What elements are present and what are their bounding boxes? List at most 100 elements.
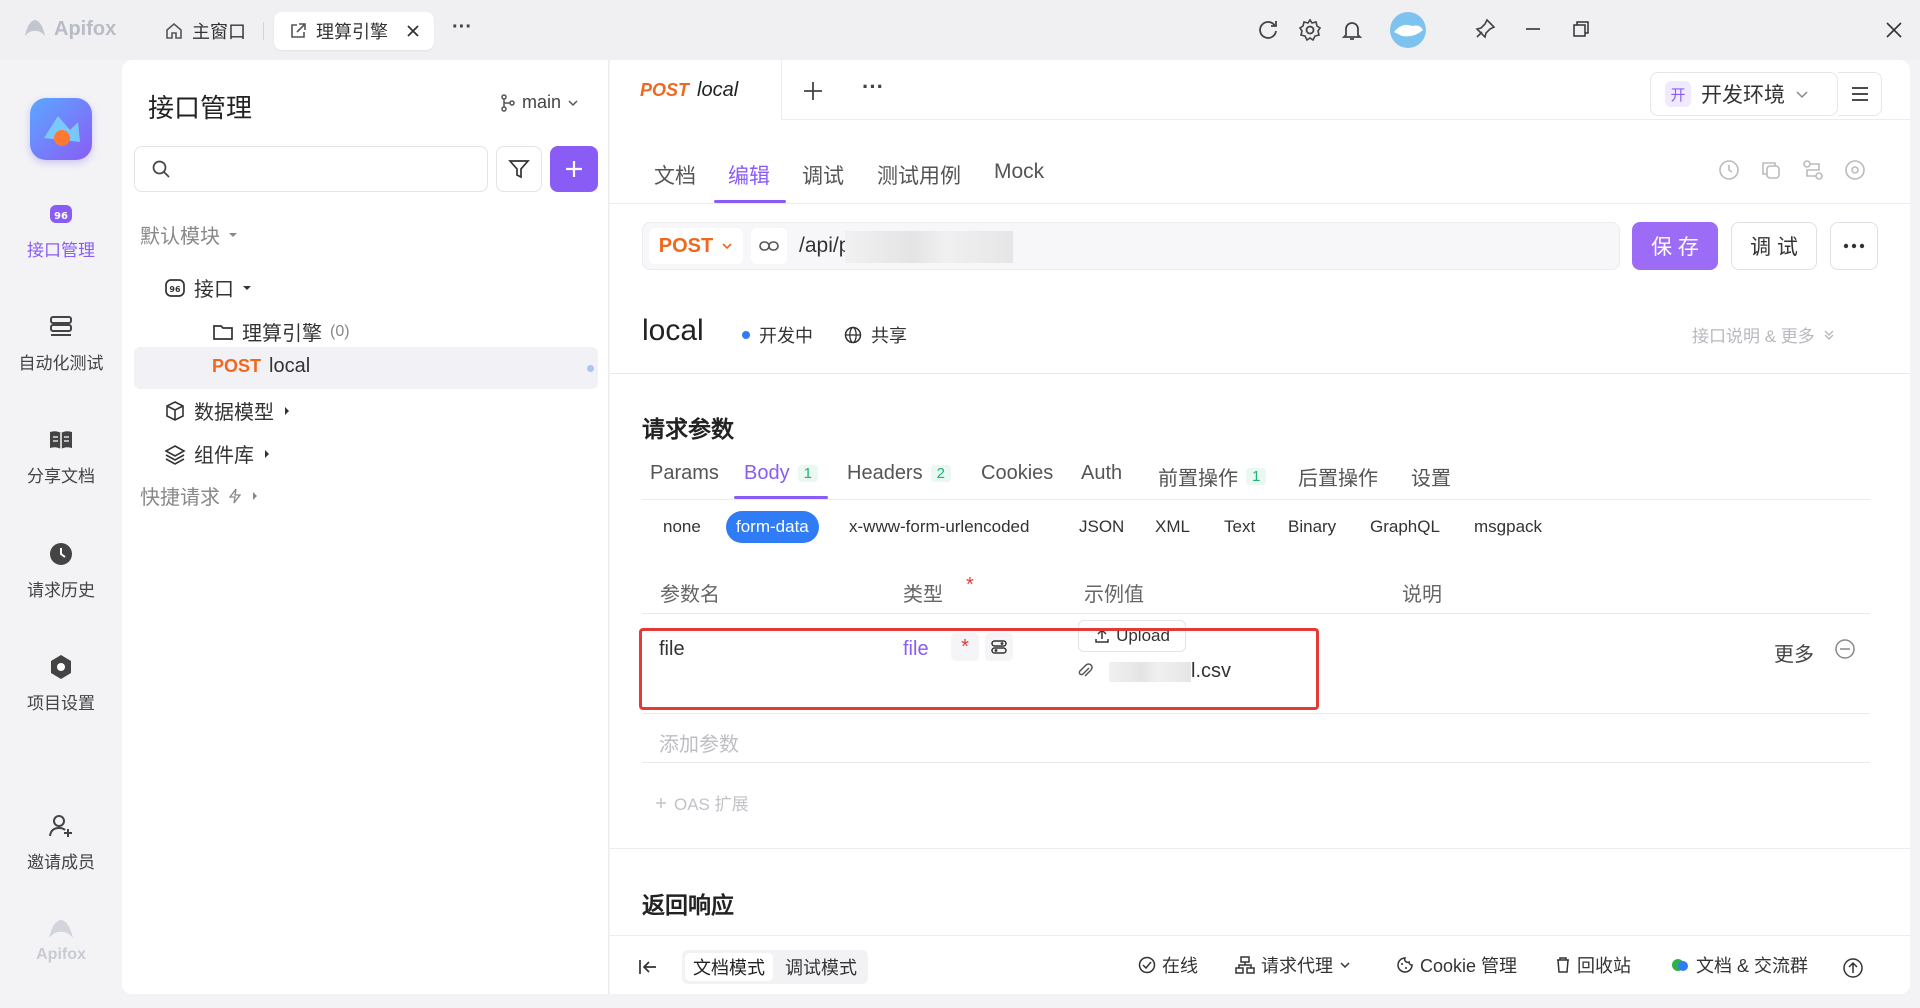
filter-button[interactable] — [496, 146, 542, 192]
new-tab-plus-icon[interactable] — [802, 80, 824, 102]
more-actions-button[interactable] — [1830, 222, 1878, 270]
endpoint-share[interactable]: 共享 — [844, 322, 907, 348]
param-tab-auth[interactable]: Auth — [1081, 462, 1122, 485]
globe-icon — [844, 326, 862, 344]
bell-icon[interactable] — [1340, 18, 1364, 42]
branch-selector[interactable]: main — [500, 92, 579, 113]
check-circle-icon — [1138, 956, 1156, 974]
project-avatar[interactable] — [30, 98, 92, 160]
body-type-binary[interactable]: Binary — [1288, 517, 1336, 537]
subtab-debug[interactable]: 调试 — [802, 160, 844, 190]
cookie-manager[interactable]: Cookie 管理 — [1396, 952, 1517, 978]
body-type-urlencoded[interactable]: x-www-form-urlencoded — [849, 517, 1029, 537]
subtab-edit[interactable]: 编辑 — [728, 160, 770, 190]
history-icon[interactable] — [1717, 158, 1741, 182]
add-user-icon — [47, 812, 75, 840]
param-tab-settings[interactable]: 设置 — [1411, 462, 1451, 491]
minimize-icon[interactable] — [1524, 20, 1542, 38]
tree-data-model[interactable]: 数据模型 — [164, 396, 292, 425]
param-tab-post-ops[interactable]: 后置操作 — [1298, 462, 1378, 491]
clock-icon — [47, 540, 75, 568]
tree-api-folder[interactable]: 96 接口 — [164, 273, 252, 302]
scroll-top-icon[interactable] — [1842, 957, 1864, 979]
endpoint-title[interactable]: local — [642, 314, 704, 348]
environment-selector[interactable]: 开 开发环境 — [1650, 72, 1838, 116]
search-input[interactable] — [134, 146, 488, 192]
rail-history[interactable]: 请求历史 — [0, 540, 122, 601]
rail-brand: Apifox — [0, 916, 122, 964]
docs-community[interactable]: 文档 & 交流群 — [1670, 952, 1808, 978]
refresh-icon[interactable] — [1256, 18, 1280, 42]
url-path[interactable]: /api/p — [799, 234, 850, 258]
request-proxy[interactable]: 请求代理 — [1235, 952, 1351, 978]
param-tab-cookies[interactable]: Cookies — [981, 462, 1053, 485]
svg-text:96: 96 — [169, 285, 181, 294]
param-tab-label: Cookies — [981, 462, 1054, 484]
debug-mode-button[interactable]: 调试模式 — [777, 953, 865, 981]
target-icon[interactable] — [1843, 158, 1867, 182]
rail-api-management[interactable]: 96 接口管理 — [0, 200, 122, 261]
body-type-text[interactable]: Text — [1224, 517, 1255, 537]
rail-brand-label: Apifox — [36, 946, 86, 963]
param-tab-params[interactable]: Params — [650, 462, 719, 485]
copy-icon[interactable] — [1759, 158, 1783, 182]
save-button[interactable]: 保 存 — [1632, 222, 1718, 270]
tree-folder-engine[interactable]: 理算引擎 (0) — [212, 317, 350, 346]
tab-main-window[interactable]: 主窗口 — [150, 12, 260, 50]
param-tab-body[interactable]: Body 1 — [744, 462, 818, 485]
collapse-left-icon[interactable] — [638, 958, 658, 976]
endpoint-more-info[interactable]: 接口说明 & 更多 — [1692, 322, 1835, 347]
oas-extension-button[interactable]: OAS 扩展 — [654, 790, 749, 815]
rail-share-docs[interactable]: 分享文档 — [0, 426, 122, 487]
body-type-none[interactable]: none — [663, 517, 701, 537]
tree-endpoint-selected[interactable]: POST local — [134, 347, 598, 389]
body-type-graphql[interactable]: GraphQL — [1370, 517, 1440, 537]
tab-project[interactable]: 理算引擎 — [274, 12, 434, 50]
close-window-icon[interactable] — [1885, 21, 1903, 39]
endpoint-status[interactable]: 开发中 — [742, 322, 813, 348]
tree-label: 快捷请求 — [140, 487, 220, 509]
rail-automation[interactable]: 自动化测试 — [0, 313, 122, 374]
tree-default-module[interactable]: 默认模块 — [140, 220, 238, 249]
body-type-msgpack[interactable]: msgpack — [1474, 517, 1542, 537]
body-type-form-data[interactable]: form-data — [726, 511, 819, 543]
add-button[interactable] — [550, 146, 598, 192]
rail-project-settings[interactable]: 项目设置 — [0, 653, 122, 714]
main-panel: POST local ··· 开 开发环境 文档 编辑 调试 测试用例 Mock… — [610, 60, 1910, 994]
add-param-input[interactable]: 添加参数 — [659, 728, 739, 757]
subtab-mock[interactable]: Mock — [994, 160, 1044, 184]
rail-invite-members[interactable]: 邀请成员 — [0, 812, 122, 873]
body-type-json[interactable]: JSON — [1079, 517, 1124, 537]
tree-label: 理算引擎 — [242, 323, 322, 345]
param-tab-pre-ops[interactable]: 前置操作 1 — [1158, 462, 1267, 491]
tree-quick-request[interactable]: 快捷请求 — [140, 481, 260, 510]
debug-button[interactable]: 调 试 — [1731, 222, 1817, 270]
online-status[interactable]: 在线 — [1138, 952, 1198, 978]
remove-row-icon[interactable] — [1834, 638, 1856, 660]
subtab-test-cases[interactable]: 测试用例 — [877, 160, 961, 190]
tree-components[interactable]: 组件库 — [164, 439, 272, 468]
restore-icon[interactable] — [1572, 20, 1590, 38]
proxy-icon — [1235, 956, 1255, 974]
param-tab-headers[interactable]: Headers 2 — [847, 462, 951, 485]
close-tab-icon[interactable] — [406, 24, 420, 38]
subtab-docs[interactable]: 文档 — [654, 160, 696, 190]
column-description: 说明 — [1402, 584, 1442, 606]
recycle-bin[interactable]: 回收站 — [1555, 952, 1631, 978]
pin-icon[interactable] — [1474, 18, 1496, 40]
env-menu-button[interactable] — [1838, 72, 1882, 116]
settings-icon[interactable] — [1298, 18, 1322, 42]
footer-label: 请求代理 — [1261, 956, 1333, 976]
more-tabs-button[interactable]: ··· — [452, 16, 472, 39]
request-tabs-more[interactable]: ··· — [862, 74, 884, 100]
method-select[interactable]: POST — [649, 228, 743, 264]
caret-down-icon — [228, 230, 238, 240]
link-button[interactable] — [751, 228, 787, 264]
row-more-button[interactable]: 更多 — [1774, 638, 1814, 667]
share-flow-icon[interactable] — [1801, 158, 1825, 182]
request-tab-active[interactable]: POST local — [610, 60, 782, 120]
body-type-xml[interactable]: XML — [1155, 517, 1190, 537]
avatar[interactable] — [1390, 12, 1426, 48]
doc-mode-button[interactable]: 文档模式 — [685, 953, 773, 981]
chevron-down-icon — [567, 97, 579, 109]
